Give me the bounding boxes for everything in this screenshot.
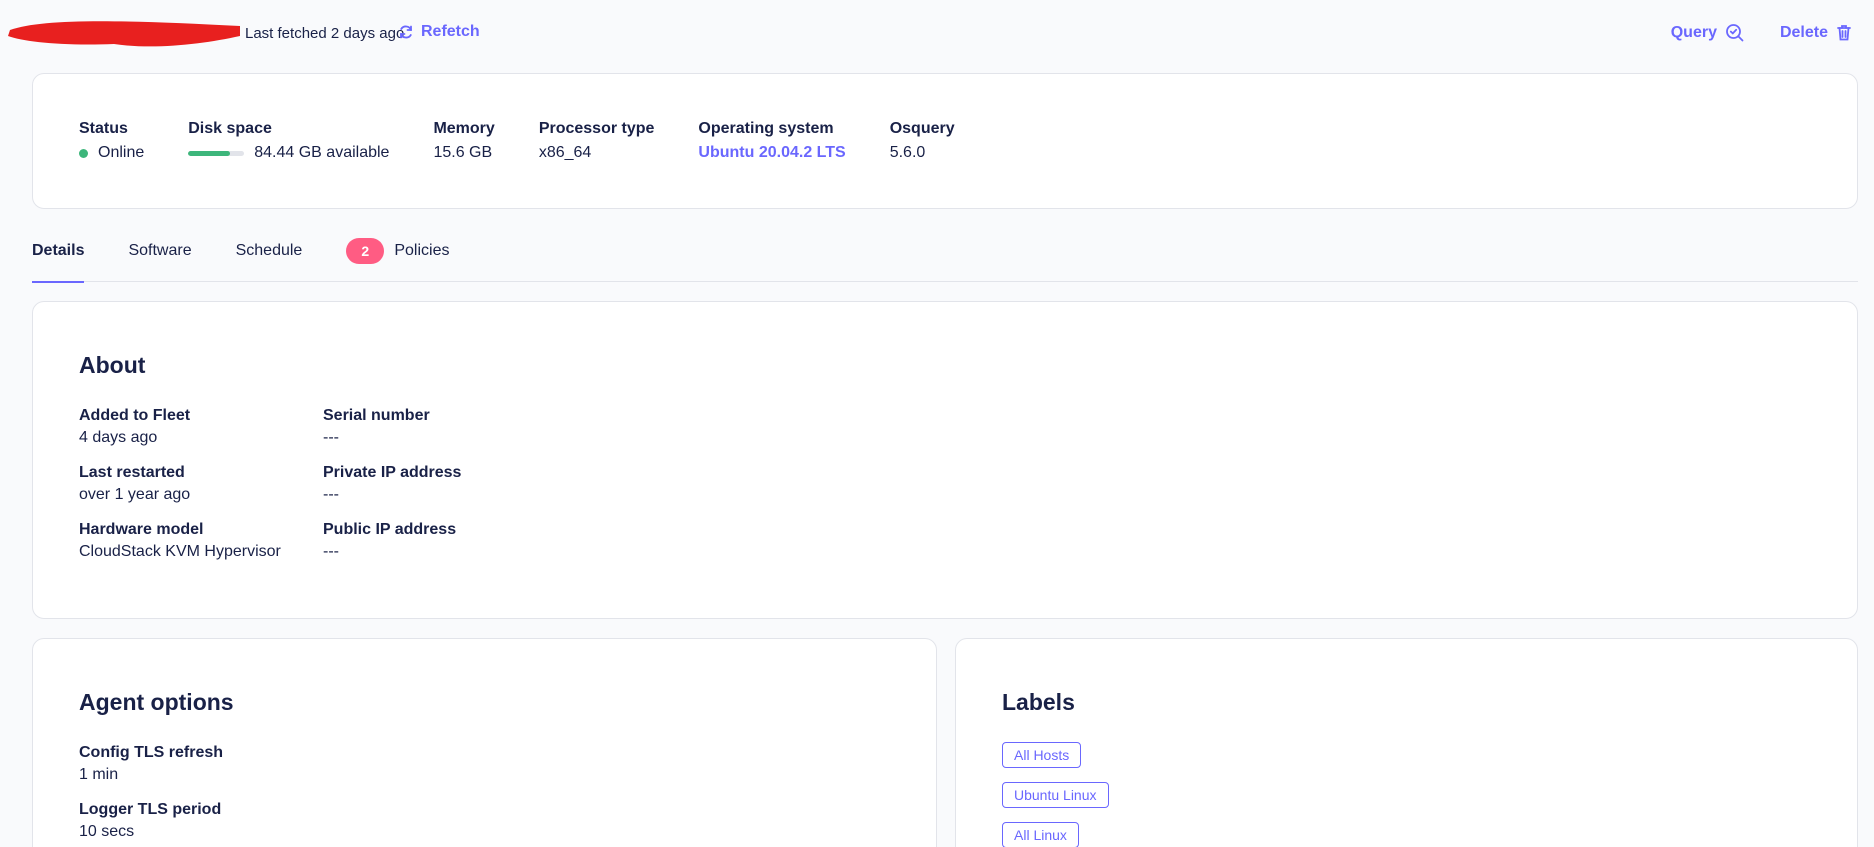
status-item: Status Online — [79, 120, 144, 162]
tab-software-label: Software — [128, 242, 192, 259]
added-to-fleet-value: 4 days ago — [79, 429, 158, 446]
delete-label: Delete — [1779, 23, 1828, 41]
delete-button[interactable]: Delete — [1780, 23, 1852, 42]
processor-value: x86_64 — [538, 144, 592, 161]
processor-item: Processor type x86_64 — [539, 120, 655, 162]
tab-software[interactable]: Software — [128, 230, 191, 282]
hardware-model-value: CloudStack KVM Hypervisor — [79, 543, 281, 560]
logger-tls-period-value: 10 secs — [79, 823, 135, 840]
hardware-model-label: Hardware model — [79, 521, 204, 538]
added-to-fleet-field: Added to Fleet 4 days ago — [79, 407, 323, 447]
trash-icon — [1837, 25, 1851, 41]
public-ip-field: Public IP address --- — [323, 521, 523, 561]
added-to-fleet-label: Added to Fleet — [79, 407, 191, 424]
query-label: Query — [1670, 23, 1717, 41]
disk-space-item: Disk space 84.44 GB available — [188, 120, 389, 162]
label-all-hosts[interactable]: All Hosts — [1002, 742, 1082, 768]
disk-space-bar-fill — [188, 150, 231, 156]
status-label: Status — [79, 120, 128, 137]
host-tabs: Details Software Schedule 2 Policies — [32, 230, 1858, 283]
logger-tls-period-field: Logger TLS period 10 secs — [79, 801, 223, 841]
label-ubuntu-linux[interactable]: Ubuntu Linux — [1002, 782, 1109, 808]
osquery-label: Osquery — [889, 120, 955, 137]
refetch-label: Refetch — [421, 23, 480, 40]
redacted-hostname — [8, 21, 240, 47]
osquery-item: Osquery 5.6.0 — [890, 120, 955, 162]
policies-count-badge: 2 — [346, 238, 385, 264]
tab-details-label: Details — [32, 242, 85, 259]
last-restarted-value: over 1 year ago — [79, 486, 191, 503]
online-status-dot — [79, 148, 88, 158]
public-ip-value: --- — [323, 543, 339, 560]
label-all-linux[interactable]: All Linux — [1002, 822, 1079, 847]
private-ip-value: --- — [323, 486, 339, 503]
osquery-value: 5.6.0 — [889, 144, 926, 161]
agent-options-title: Agent options — [79, 689, 234, 715]
os-item: Operating system Ubuntu 20.04.2 LTS — [698, 120, 845, 162]
config-tls-refresh-value: 1 min — [79, 766, 119, 783]
last-restarted-field: Last restarted over 1 year ago — [79, 464, 323, 504]
private-ip-field: Private IP address --- — [323, 464, 523, 504]
memory-value: 15.6 GB — [433, 144, 493, 161]
status-value: Online — [98, 144, 145, 161]
tab-policies-label: Policies — [394, 242, 450, 259]
refetch-button[interactable]: Refetch — [398, 23, 480, 41]
serial-number-field: Serial number --- — [323, 407, 523, 447]
private-ip-label: Private IP address — [323, 464, 462, 481]
serial-number-value: --- — [323, 429, 339, 446]
host-header: Last fetched 2 days ago Refetch Query De… — [0, 0, 1874, 68]
processor-label: Processor type — [538, 120, 655, 137]
config-tls-refresh-field: Config TLS refresh 1 min — [79, 744, 223, 784]
host-summary-card: Status Online Disk space 84.44 GB availa… — [32, 73, 1858, 209]
tab-policies[interactable]: 2 Policies — [346, 230, 449, 282]
tab-schedule[interactable]: Schedule — [236, 230, 303, 282]
memory-label: Memory — [433, 120, 495, 137]
labels-title: Labels — [1002, 689, 1075, 715]
tab-schedule-label: Schedule — [235, 242, 303, 259]
os-label: Operating system — [698, 120, 834, 137]
about-card: About Added to Fleet 4 days ago Serial n… — [32, 301, 1858, 619]
tab-details[interactable]: Details — [32, 230, 85, 283]
query-button[interactable]: Query — [1671, 23, 1744, 42]
disk-space-value: 84.44 GB available — [254, 144, 390, 161]
public-ip-label: Public IP address — [323, 521, 457, 538]
os-link[interactable]: Ubuntu 20.04.2 LTS — [698, 144, 845, 162]
about-title: About — [79, 352, 146, 378]
refresh-icon — [400, 25, 412, 39]
logger-tls-period-label: Logger TLS period — [79, 801, 222, 818]
last-restarted-label: Last restarted — [79, 464, 185, 481]
config-tls-refresh-label: Config TLS refresh — [79, 744, 224, 761]
serial-number-label: Serial number — [323, 407, 430, 424]
agent-options-card: Agent options Config TLS refresh 1 min L… — [32, 638, 937, 847]
memory-item: Memory 15.6 GB — [433, 120, 494, 162]
disk-space-label: Disk space — [188, 120, 272, 137]
disk-space-bar — [188, 150, 245, 156]
labels-card: Labels All Hosts Ubuntu Linux All Linux — [955, 638, 1858, 847]
hardware-model-field: Hardware model CloudStack KVM Hypervisor — [79, 521, 323, 561]
query-icon — [1726, 24, 1744, 42]
last-fetched-text: Last fetched 2 days ago — [245, 25, 405, 42]
